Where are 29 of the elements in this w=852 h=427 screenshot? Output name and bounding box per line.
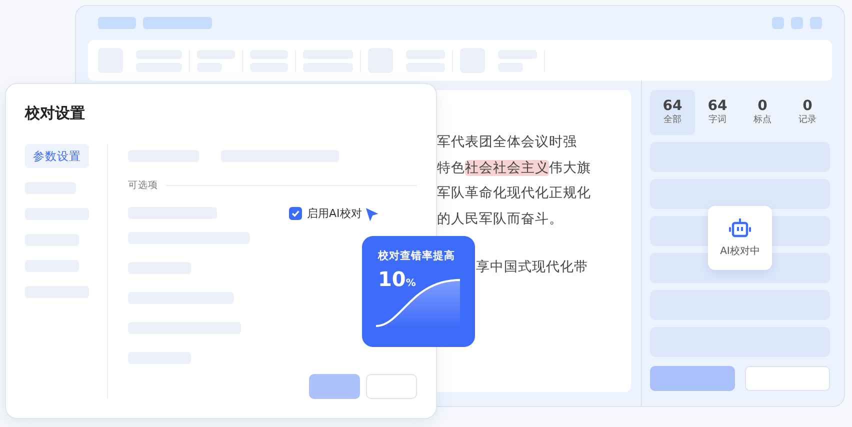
nav-item[interactable]: 参数设置 bbox=[25, 144, 89, 168]
status-text: AI校对中 bbox=[720, 244, 760, 258]
skeleton-bar bbox=[143, 17, 212, 29]
cursor-icon bbox=[364, 206, 381, 224]
dialog-title: 校对设置 bbox=[25, 103, 86, 124]
secondary-button[interactable] bbox=[745, 366, 830, 391]
skeleton-bar bbox=[791, 17, 803, 29]
text-line: 享中国式现代化带 bbox=[476, 258, 588, 277]
check-icon bbox=[291, 208, 300, 218]
skeleton-bar bbox=[810, 17, 822, 29]
skeleton-bar bbox=[772, 17, 784, 29]
stat-tab[interactable]: 0 标点 bbox=[740, 90, 785, 135]
text-line: 的人民军队而奋斗。 bbox=[437, 210, 563, 228]
stat-tab[interactable]: 64 字词 bbox=[695, 90, 740, 135]
stat-tab[interactable]: 0 记录 bbox=[785, 90, 830, 135]
rate-value: 10% bbox=[378, 267, 417, 293]
text-line: 军队革命化现代化正规化 bbox=[437, 184, 591, 203]
section-label: 可选项 bbox=[128, 179, 158, 192]
skeleton-bar bbox=[98, 17, 136, 29]
robot-icon bbox=[728, 218, 752, 238]
secondary-button[interactable] bbox=[366, 374, 417, 399]
checkbox[interactable] bbox=[289, 206, 302, 220]
stat-tab[interactable]: 64 全部 bbox=[650, 90, 695, 135]
text-line: 特色社会社会主义伟大旗 bbox=[437, 158, 591, 178]
checkbox-option[interactable]: 启用AI校对 bbox=[289, 206, 362, 220]
primary-button[interactable] bbox=[650, 366, 735, 391]
promo-title: 校对查错率提高 bbox=[378, 249, 456, 263]
primary-button[interactable] bbox=[309, 374, 360, 399]
text-line: 军代表团全体会议时强 bbox=[437, 133, 577, 152]
